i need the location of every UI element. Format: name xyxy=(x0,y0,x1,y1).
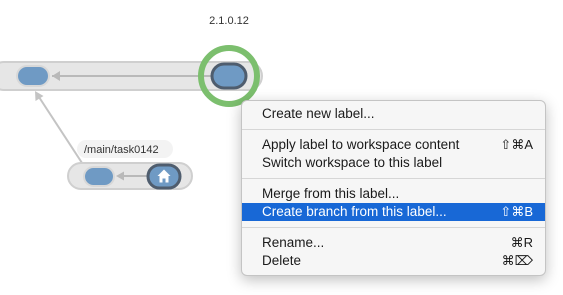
branch-parent-link xyxy=(36,93,85,167)
menu-item-label: Apply label to workspace content xyxy=(262,137,460,152)
menu-item-apply-label[interactable]: Apply label to workspace content ⇧⌘A xyxy=(242,136,545,154)
menu-item-create-new-label[interactable]: Create new label... xyxy=(242,105,545,123)
changeset-labeled[interactable] xyxy=(210,62,248,90)
menu-item-label: Merge from this label... xyxy=(262,186,400,201)
menu-item-rename[interactable]: Rename... ⌘R xyxy=(242,234,545,252)
menu-separator xyxy=(242,227,545,228)
menu-item-shortcut: ⇧⌘A xyxy=(500,137,533,152)
menu-item-switch-workspace[interactable]: Switch workspace to this label xyxy=(242,154,545,172)
menu-item-delete[interactable]: Delete ⌘⌦ xyxy=(242,252,545,270)
branch-label: /main/task0142 xyxy=(84,144,159,156)
changeset-main-left[interactable] xyxy=(16,65,50,87)
menu-item-shortcut: ⌘⌦ xyxy=(501,253,533,268)
menu-item-label: Create branch from this label... xyxy=(262,204,447,219)
menu-separator xyxy=(242,178,545,179)
menu-item-merge-from-label[interactable]: Merge from this label... xyxy=(242,185,545,203)
menu-separator xyxy=(242,129,545,130)
menu-item-label: Create new label... xyxy=(262,106,375,121)
version-label: 2.1.0.12 xyxy=(209,15,249,27)
menu-item-label: Switch workspace to this label xyxy=(262,155,443,170)
menu-item-shortcut: ⌘R xyxy=(510,235,533,250)
changeset-branch-first[interactable] xyxy=(83,166,115,187)
menu-item-label: Delete xyxy=(262,253,302,268)
menu-item-create-branch[interactable]: Create branch from this label... ⇧⌘B xyxy=(242,203,545,221)
branch-parent-arrowhead xyxy=(35,91,44,101)
context-menu: Create new label... Apply label to works… xyxy=(241,100,546,276)
menu-item-shortcut: ⇧⌘B xyxy=(500,204,533,219)
menu-item-label: Rename... xyxy=(262,235,325,250)
